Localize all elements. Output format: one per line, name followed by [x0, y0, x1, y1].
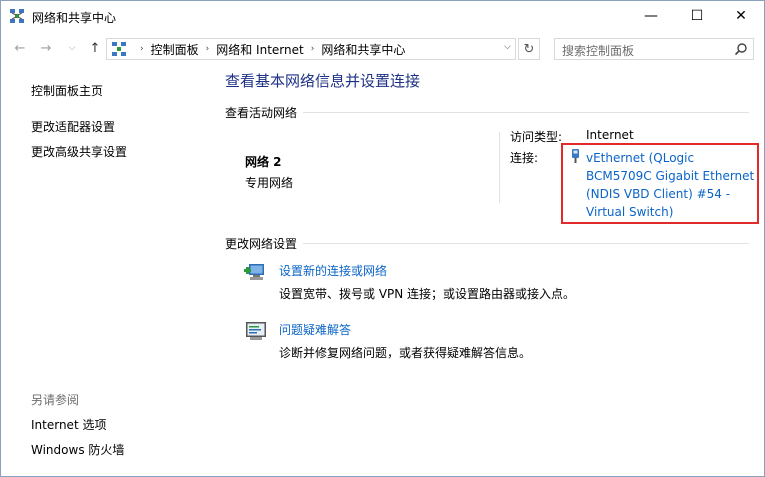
- search-placeholder: 搜索控制面板: [562, 44, 635, 58]
- control-panel-icon: [112, 42, 126, 56]
- sidebar-item-windows-firewall[interactable]: Windows 防火墙: [31, 441, 124, 458]
- forward-arrow-icon[interactable]: →: [37, 39, 55, 57]
- connection-label: 连接:: [510, 151, 539, 165]
- network-category: 专用网络: [245, 176, 294, 190]
- change-settings-heading: 更改网络设置: [225, 235, 304, 252]
- search-icon[interactable]: [734, 42, 748, 56]
- access-type-label: 访问类型:: [510, 130, 563, 144]
- title-bar: 网络和共享中心 — ☐ ✕: [1, 1, 764, 31]
- back-arrow-icon[interactable]: ←: [11, 39, 29, 57]
- highlight-annotation-box: [561, 143, 759, 224]
- network-center-icon: [10, 9, 24, 23]
- network-sharing-center-window: 网络和共享中心 — ☐ ✕ ← → ⌵ ↑ › 控制面板 › 网络和 Inter…: [0, 0, 765, 477]
- breadcrumb-network-internet[interactable]: 网络和 Internet: [216, 41, 303, 58]
- minimize-button[interactable]: —: [628, 1, 674, 31]
- page-title: 查看基本网络信息并设置连接: [225, 72, 421, 90]
- sidebar-item-change-advanced-sharing[interactable]: 更改高级共享设置: [31, 143, 127, 160]
- breadcrumb-network-sharing-center[interactable]: 网络和共享中心: [321, 41, 405, 58]
- breadcrumb-separator-icon[interactable]: ›: [140, 44, 144, 54]
- search-input[interactable]: 搜索控制面板: [554, 38, 754, 60]
- recent-locations-chevron-icon[interactable]: ⌵: [63, 39, 81, 57]
- address-dropdown-chevron-icon[interactable]: ⌵: [504, 42, 511, 52]
- sidebar-item-internet-options[interactable]: Internet 选项: [31, 416, 106, 433]
- breadcrumb-separator-icon[interactable]: ›: [206, 44, 210, 54]
- maximize-button[interactable]: ☐: [674, 1, 720, 31]
- troubleshoot-link[interactable]: 问题疑难解答: [279, 321, 351, 338]
- address-row: ← → ⌵ ↑ › 控制面板 › 网络和 Internet › 网络和共享中心 …: [1, 31, 764, 65]
- troubleshoot-description: 诊断并修复网络问题，或者获得疑难解答信息。: [279, 346, 532, 360]
- refresh-button[interactable]: ↻: [518, 38, 540, 60]
- section-divider: [225, 112, 749, 113]
- close-button[interactable]: ✕: [718, 1, 764, 31]
- sidebar-item-control-panel-home[interactable]: 控制面板主页: [31, 82, 103, 99]
- network-name: 网络 2: [245, 155, 282, 169]
- address-bar[interactable]: › 控制面板 › 网络和 Internet › 网络和共享中心 ⌵: [106, 38, 516, 60]
- active-networks-heading: 查看活动网络: [225, 104, 304, 121]
- see-also-label: 另请参阅: [31, 393, 80, 407]
- new-connection-icon: [244, 264, 264, 280]
- up-arrow-icon[interactable]: ↑: [86, 39, 104, 57]
- breadcrumb-control-panel[interactable]: 控制面板: [151, 41, 199, 58]
- sidebar-item-change-adapter-settings[interactable]: 更改适配器设置: [31, 118, 115, 135]
- section-divider: [225, 243, 749, 244]
- window-title: 网络和共享中心: [32, 11, 117, 25]
- setup-new-connection-description: 设置宽带、拨号或 VPN 连接；或设置路由器或接入点。: [279, 287, 576, 301]
- vertical-divider: [499, 132, 500, 203]
- setup-new-connection-link[interactable]: 设置新的连接或网络: [279, 262, 387, 279]
- access-type-value: Internet: [586, 128, 634, 142]
- troubleshoot-icon: [246, 322, 266, 340]
- breadcrumb-separator-icon[interactable]: ›: [311, 44, 315, 54]
